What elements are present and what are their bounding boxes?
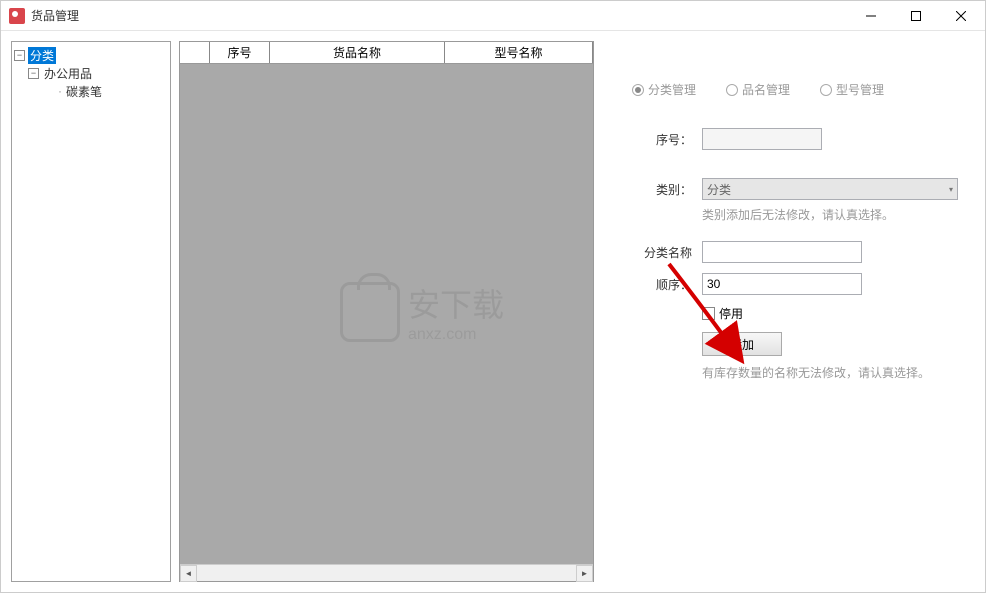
form-row-disable: 停用 — [702, 305, 965, 322]
main-window: 货品管理 − 分类 − 办公用品 · — [0, 0, 986, 593]
chevron-down-icon: ▾ — [949, 185, 953, 194]
minimize-button[interactable] — [848, 1, 893, 30]
category-hint: 类别添加后无法修改，请认真选择。 — [702, 206, 965, 223]
scroll-left-icon[interactable]: ◄ — [180, 565, 197, 582]
app-icon — [9, 8, 25, 24]
radio-label: 分类管理 — [648, 81, 696, 98]
radio-icon — [726, 84, 738, 96]
radio-label: 品名管理 — [742, 81, 790, 98]
form-row-seq: 序号： — [622, 128, 965, 150]
window-controls — [848, 1, 983, 30]
management-type-radios: 分类管理 品名管理 型号管理 — [632, 81, 965, 98]
tree-row: − 办公用品 — [14, 64, 168, 82]
seq-input[interactable] — [702, 128, 822, 150]
titlebar: 货品管理 — [1, 1, 985, 31]
bottom-hint: 有库存数量的名称无法修改，请认真选择。 — [702, 364, 965, 381]
table-col-blank — [180, 42, 210, 63]
table-col-seq[interactable]: 序号 — [210, 42, 270, 63]
tree-connector-icon: · — [56, 84, 64, 98]
horizontal-scrollbar[interactable]: ◄ ► — [180, 564, 593, 581]
close-button[interactable] — [938, 1, 983, 30]
form-row-category: 类别： 分类 ▾ — [622, 178, 965, 200]
disable-checkbox[interactable] — [702, 307, 715, 320]
window-title: 货品管理 — [31, 7, 848, 24]
scroll-track[interactable] — [197, 565, 576, 582]
maximize-button[interactable] — [893, 1, 938, 30]
category-select-value: 分类 — [707, 181, 731, 198]
items-table: 序号 货品名称 型号名称 ◄ ► — [179, 41, 594, 582]
table-body — [180, 64, 593, 564]
radio-product-mgmt[interactable]: 品名管理 — [726, 81, 790, 98]
category-tree: − 分类 − 办公用品 · 碳素笔 — [11, 41, 171, 582]
tree-row: · 碳素笔 — [14, 82, 168, 100]
disable-label: 停用 — [719, 305, 743, 322]
add-button[interactable]: 添加 — [702, 332, 782, 356]
tree-node-root[interactable]: 分类 — [28, 47, 56, 64]
radio-label: 型号管理 — [836, 81, 884, 98]
name-label: 分类名称 — [622, 244, 702, 261]
tree-node-level1[interactable]: 办公用品 — [42, 65, 94, 82]
content-area: − 分类 − 办公用品 · 碳素笔 序号 货品名称 型号名称 ◄ — [1, 31, 985, 592]
form-panel: 分类管理 品名管理 型号管理 序号： 类别： — [602, 41, 975, 582]
radio-icon — [632, 84, 644, 96]
radio-category-mgmt[interactable]: 分类管理 — [632, 81, 696, 98]
table-header: 序号 货品名称 型号名称 — [180, 42, 593, 64]
tree-node-level2[interactable]: 碳素笔 — [64, 83, 104, 100]
table-col-product-name[interactable]: 货品名称 — [270, 42, 445, 63]
name-input[interactable] — [702, 241, 862, 263]
form-row-order: 顺序： — [622, 273, 965, 295]
radio-icon — [820, 84, 832, 96]
category-select[interactable]: 分类 ▾ — [702, 178, 958, 200]
radio-model-mgmt[interactable]: 型号管理 — [820, 81, 884, 98]
seq-label: 序号： — [622, 131, 702, 148]
category-label: 类别： — [622, 181, 702, 198]
scroll-right-icon[interactable]: ► — [576, 565, 593, 582]
table-col-model-name[interactable]: 型号名称 — [445, 42, 593, 63]
form-row-name: 分类名称 — [622, 241, 965, 263]
order-input[interactable] — [702, 273, 862, 295]
tree-collapse-icon[interactable]: − — [28, 68, 39, 79]
tree-row: − 分类 — [14, 46, 168, 64]
order-label: 顺序： — [622, 276, 702, 293]
tree-collapse-icon[interactable]: − — [14, 50, 25, 61]
